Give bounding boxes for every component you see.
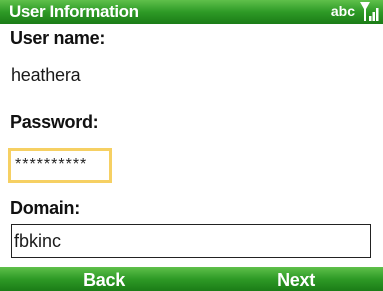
username-label: User name: [10,28,106,48]
user-info-form: User name: heathera Password: **********… [0,24,383,267]
domain-value: fbkinc [14,231,62,251]
password-value: ********** [15,156,88,173]
domain-field[interactable]: fbkinc [11,224,371,258]
username-value[interactable]: heathera [11,64,81,86]
next-button[interactable]: Next [236,269,356,291]
back-button[interactable]: Back [44,269,164,291]
title-bar: User Information abc [0,0,383,24]
input-mode-indicator: abc [330,3,355,19]
softkey-bar: Back Next [0,267,383,291]
password-label: Password: [10,112,99,132]
signal-strength-icon [360,2,379,21]
domain-label: Domain: [10,198,80,218]
password-field[interactable]: ********** [8,148,112,183]
page-title: User Information [9,2,139,21]
